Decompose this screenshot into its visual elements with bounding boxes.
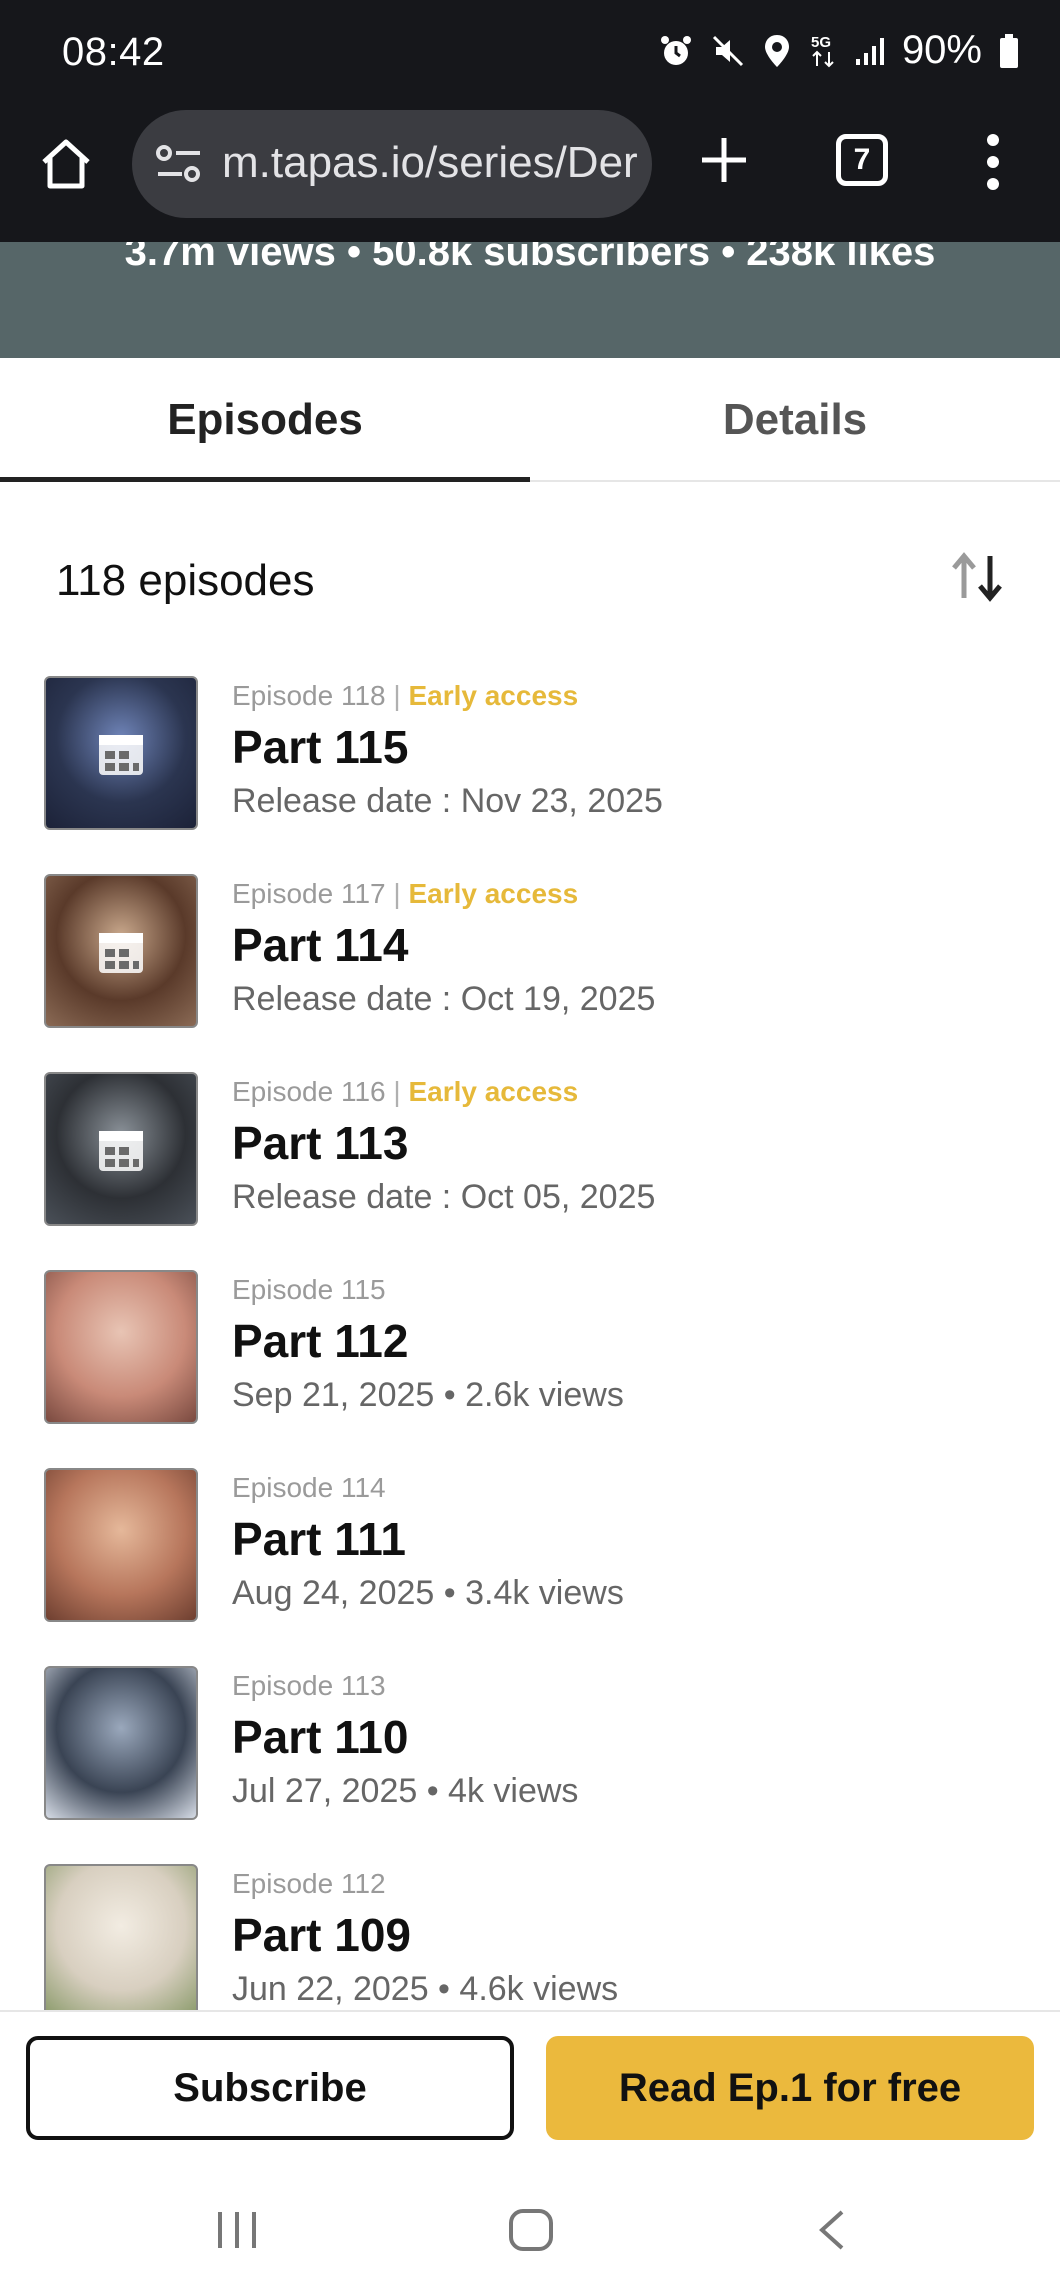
tabs-icon[interactable]: 7 xyxy=(836,134,888,186)
episode-meta: Episode 114 xyxy=(232,1472,386,1504)
series-stats: 3.7m views • 50.8k subscribers • 238k li… xyxy=(124,242,936,274)
subscribe-button[interactable]: Subscribe xyxy=(26,2036,514,2140)
active-tab-indicator xyxy=(0,477,530,482)
tab-details[interactable]: Details xyxy=(530,358,1060,482)
episode-row[interactable]: Episode 115 Part 112 Sep 21, 2025 • 2.6k v… xyxy=(0,1270,1060,1430)
episode-meta: Episode 113 xyxy=(232,1670,386,1702)
mute-icon xyxy=(712,35,743,66)
episode-row[interactable]: Episode 117 | Early access Part 114 Releas… xyxy=(0,874,1060,1034)
browser-toolbar: m.tapas.io/series/Der 7 xyxy=(0,110,1060,242)
meta-separator: | xyxy=(385,680,409,711)
tab-details-label: Details xyxy=(722,395,868,444)
episode-number: Episode 112 xyxy=(232,1868,386,1899)
back-icon[interactable] xyxy=(814,2208,850,2252)
episode-number: Episode 115 xyxy=(232,1274,386,1305)
site-settings-icon[interactable] xyxy=(156,144,202,184)
5g-icon: 5G xyxy=(811,34,834,67)
episode-title: Part 113 xyxy=(232,1117,409,1169)
episode-thumbnail xyxy=(44,676,198,830)
episode-meta: Episode 118 | Early access xyxy=(232,680,578,712)
plus-icon[interactable] xyxy=(696,132,752,188)
episode-number: Episode 117 xyxy=(232,878,386,909)
system-nav-bar xyxy=(0,2164,1060,2296)
recents-icon[interactable] xyxy=(214,2208,260,2252)
signal-icon xyxy=(855,37,884,65)
series-stats-banner: 3.7m views • 50.8k subscribers • 238k li… xyxy=(0,242,1060,358)
battery-percent: 90% xyxy=(901,28,982,72)
episode-subtitle: Sep 21, 2025 • 2.6k views xyxy=(232,1376,624,1414)
episode-row[interactable]: Episode 112 Part 109 Jun 22, 2025 • 4.6k v… xyxy=(0,1864,1060,2010)
tab-episodes-label: Episodes xyxy=(167,395,363,444)
action-bar: Subscribe Read Ep.1 for free xyxy=(0,2010,1060,2164)
status-bar: 08:42 5G 90% xyxy=(0,0,1060,110)
episode-number: Episode 114 xyxy=(232,1472,386,1503)
more-vert-icon[interactable] xyxy=(978,130,1008,194)
read-free-label: Read Ep.1 for free xyxy=(618,2065,962,2110)
status-time: 08:42 xyxy=(62,30,165,74)
sort-icon[interactable] xyxy=(946,548,1010,608)
episode-count: 118 episodes xyxy=(56,556,315,605)
subscribe-label: Subscribe xyxy=(173,2065,367,2110)
episode-subtitle: Release date : Oct 05, 2025 xyxy=(232,1178,656,1216)
episode-number: Episode 118 xyxy=(232,680,386,711)
episode-thumbnail xyxy=(44,874,198,1028)
location-icon xyxy=(764,34,789,67)
episode-title: Part 114 xyxy=(232,919,409,971)
episode-thumbnail xyxy=(44,1270,198,1424)
status-icons: 5G 90% xyxy=(658,28,1020,73)
meta-separator: | xyxy=(385,1076,409,1107)
tab-bar: Episodes Details xyxy=(0,358,1060,482)
meta-separator: | xyxy=(385,878,409,909)
episode-subtitle: Aug 24, 2025 • 3.4k views xyxy=(232,1574,624,1612)
episode-meta: Episode 112 xyxy=(232,1868,386,1900)
tab-episodes[interactable]: Episodes xyxy=(0,358,530,482)
svg-text:5G: 5G xyxy=(811,34,831,51)
episode-meta: Episode 117 | Early access xyxy=(232,878,578,910)
episode-thumbnail xyxy=(44,1666,198,1820)
locked-calendar-icon xyxy=(99,735,143,775)
episode-thumbnail xyxy=(44,1468,198,1622)
battery-icon xyxy=(1000,33,1018,68)
episode-row[interactable]: Episode 118 | Early access Part 115 Releas… xyxy=(0,676,1060,836)
episode-number: Episode 116 xyxy=(232,1076,386,1107)
episode-title: Part 112 xyxy=(232,1315,409,1367)
url-text[interactable]: m.tapas.io/series/Der xyxy=(222,138,642,188)
episode-list: Episode 118 | Early access Part 115 Releas… xyxy=(0,676,1060,2010)
episode-subtitle: Jun 22, 2025 • 4.6k views xyxy=(232,1970,619,2008)
episode-title: Part 111 xyxy=(232,1513,406,1565)
episode-title: Part 109 xyxy=(232,1909,412,1961)
early-access-badge: Early access xyxy=(408,1076,579,1107)
locked-calendar-icon xyxy=(99,933,143,973)
address-bar[interactable]: m.tapas.io/series/Der xyxy=(132,110,652,218)
tab-count: 7 xyxy=(853,143,871,176)
early-access-badge: Early access xyxy=(408,878,579,909)
home-icon[interactable] xyxy=(38,136,94,192)
episode-title: Part 110 xyxy=(232,1711,409,1763)
episode-thumbnail xyxy=(44,1864,198,2010)
locked-calendar-icon xyxy=(99,1131,143,1171)
home-nav-icon[interactable] xyxy=(508,2208,554,2252)
episode-thumbnail xyxy=(44,1072,198,1226)
episode-row[interactable]: Episode 113 Part 110 Jul 27, 2025 • 4k vie… xyxy=(0,1666,1060,1826)
episodes-header: 118 episodes xyxy=(0,540,1060,630)
episode-row[interactable]: Episode 116 | Early access Part 113 Releas… xyxy=(0,1072,1060,1232)
alarm-icon xyxy=(660,35,691,65)
episode-meta: Episode 115 xyxy=(232,1274,386,1306)
episode-title: Part 115 xyxy=(232,721,409,773)
episode-subtitle: Jul 27, 2025 • 4k views xyxy=(232,1772,579,1810)
read-free-button[interactable]: Read Ep.1 for free xyxy=(546,2036,1034,2140)
episode-number: Episode 113 xyxy=(232,1670,386,1701)
episode-subtitle: Release date : Oct 19, 2025 xyxy=(232,980,656,1018)
episode-subtitle: Release date : Nov 23, 2025 xyxy=(232,782,663,820)
early-access-badge: Early access xyxy=(408,680,579,711)
episode-meta: Episode 116 | Early access xyxy=(232,1076,578,1108)
episode-row[interactable]: Episode 114 Part 111 Aug 24, 2025 • 3.4k v… xyxy=(0,1468,1060,1628)
